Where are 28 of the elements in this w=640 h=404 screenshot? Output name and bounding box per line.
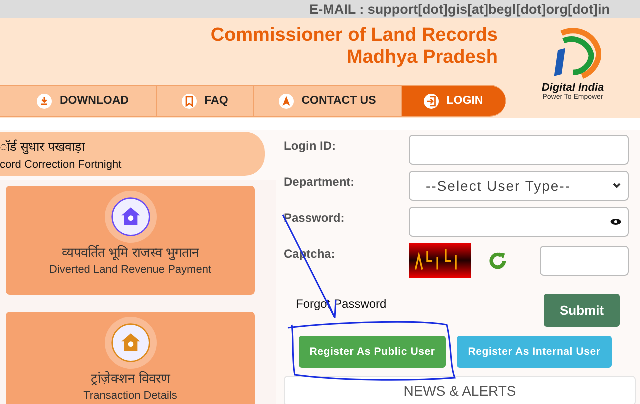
banner-hindi-text: ॉर्ड सुधार पखवाड़ा <box>0 138 86 154</box>
site-title: Madhya Pradesh <box>346 47 498 69</box>
nav-tab[interactable]: DOWNLOAD <box>0 86 157 116</box>
email-text: E-MAIL : support[dot]gis[at]begl[dot]org[dot]in <box>310 2 610 16</box>
site-title: Commissioner of Land Records <box>210 25 498 47</box>
card-title: Diverted Land Revenue Payment <box>49 264 212 277</box>
download-icon <box>37 94 52 108</box>
nav-tab[interactable]: FAQ <box>157 86 254 116</box>
eye-icon[interactable] <box>610 218 622 226</box>
field-label: Department: <box>284 174 356 191</box>
card-hindi-title: व्यपवर्तित भूमि राजस्व भुगतान <box>62 245 199 261</box>
submit-button[interactable]: Submit <box>544 294 620 327</box>
service-card[interactable]: ट्रांज़ेक्शन विवरण Transaction Details <box>6 312 255 404</box>
password-field[interactable] <box>409 207 629 237</box>
field-label: Password: <box>284 210 346 227</box>
card-title: Transaction Details <box>84 390 178 403</box>
banner[interactable]: ॉर्ड सुधार पखवाड़ा cord Correction Fortnight <box>0 132 265 176</box>
banner-english-text: cord Correction Fortnight <box>0 158 123 170</box>
user-type-dropdown[interactable]: --Select User Type-- <box>409 171 629 201</box>
card-hindi-title: ट्रांज़ेक्शन विवरण <box>91 371 170 387</box>
login-icon <box>424 94 439 108</box>
chevron-down-icon <box>612 181 622 191</box>
captcha-field[interactable] <box>540 246 629 276</box>
field-label: Login ID: <box>284 138 337 155</box>
logo-name: Digital India <box>542 82 604 94</box>
login-id-field[interactable] <box>409 135 629 165</box>
news-title: NEWS & ALERTS <box>404 383 516 399</box>
service-card[interactable]: व्यपवर्तित भूमि राजस्व भुगतान Diverted Land Revenue Payment <box>6 186 255 295</box>
